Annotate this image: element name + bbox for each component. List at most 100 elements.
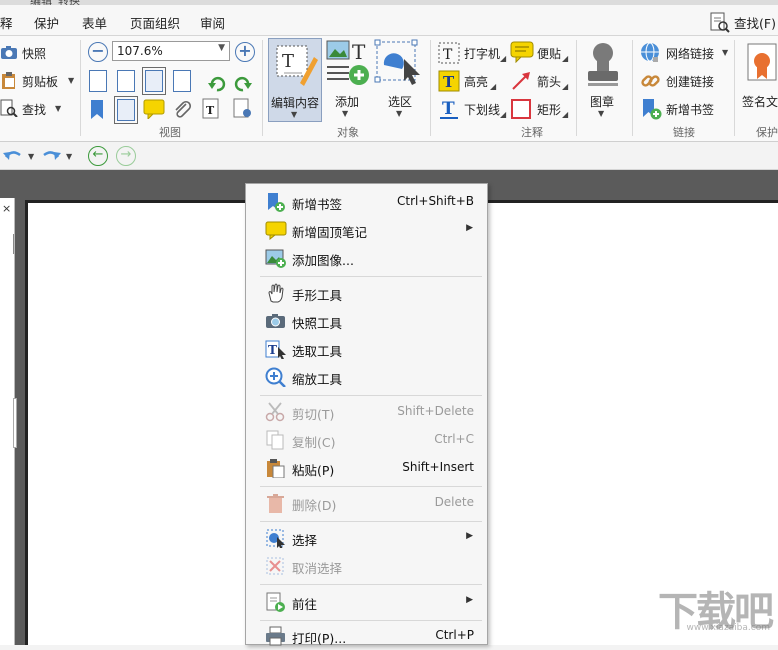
menu-item-select[interactable]: 选择 ▶ [246, 524, 487, 552]
zoom-in-button[interactable]: + [235, 42, 255, 62]
sticky-dropdown-icon[interactable]: ◢ [562, 54, 568, 63]
rectangle-button[interactable]: 矩形 [537, 101, 561, 118]
fit-width-icon[interactable] [142, 67, 166, 95]
menu-page-organize[interactable]: 页面组织 [130, 13, 180, 32]
clipboard-dropdown-icon[interactable]: ▼ [68, 76, 74, 85]
tab-edit[interactable]: 编辑 [30, 0, 52, 7]
rectangle-dropdown-icon[interactable]: ◢ [562, 110, 568, 119]
menu-form[interactable]: 表单 [82, 13, 107, 32]
highlight-button[interactable]: 高亮 [464, 73, 488, 90]
zoom-icon [265, 367, 286, 387]
group-separator [262, 40, 263, 136]
menu-item-print[interactable]: 打印(P)... Ctrl+P [246, 622, 487, 650]
undo-icon[interactable] [2, 147, 24, 165]
hand-icon [268, 283, 284, 303]
menu-item-zoom-tool[interactable]: 缩放工具 [246, 363, 487, 391]
forward-icon[interactable]: → [116, 146, 136, 166]
underline-dropdown-icon[interactable]: ◢ [500, 110, 506, 119]
back-icon[interactable]: ← [88, 146, 108, 166]
add-button-label[interactable]: 添加 [335, 93, 359, 110]
highlight-dropdown-icon[interactable]: ◢ [490, 82, 496, 91]
menu-separator [260, 276, 482, 277]
svg-text:T: T [352, 40, 366, 64]
fit-visible-icon[interactable] [173, 70, 191, 92]
clipboard-button[interactable]: 剪贴板 [22, 73, 58, 90]
context-menu: 新增书签 Ctrl+Shift+B 新增固顶笔记 ▶ 添加图像... 手形工具 … [245, 183, 488, 646]
clipboard-icon [2, 72, 15, 89]
sticky-note-button[interactable]: 便贴 [537, 45, 561, 62]
menu-item-label: 添加图像... [292, 253, 354, 268]
zoom-select[interactable]: 107.6% ▼ [112, 41, 230, 61]
select-area-label[interactable]: 选区 [388, 93, 412, 110]
signature-button[interactable]: 签名文 [742, 93, 778, 110]
menu-item-add-pinned-note[interactable]: 新增固顶笔记 ▶ [246, 216, 487, 244]
select-area-dropdown-icon[interactable]: ▼ [396, 109, 402, 118]
select-area-icon[interactable] [374, 39, 424, 89]
redo-dropdown-icon[interactable]: ▼ [66, 152, 72, 161]
signature-icon[interactable] [745, 41, 778, 89]
add-dropdown-icon[interactable]: ▼ [342, 109, 348, 118]
zoom-value: 107.6% [117, 44, 163, 58]
print-icon [266, 626, 285, 646]
underline-button[interactable]: 下划线 [464, 101, 500, 118]
redo-icon[interactable] [40, 147, 62, 165]
add-image-icon [265, 249, 286, 268]
menu-item-cut[interactable]: 剪切(T) Shift+Delete [246, 398, 487, 426]
panel-close-icon[interactable]: × [2, 202, 11, 215]
menu-protect[interactable]: 保护 [34, 13, 59, 32]
watermark-url: www.xiazaiba.com [686, 623, 770, 633]
arrow-button[interactable]: 箭头 [537, 73, 561, 90]
undo-dropdown-icon[interactable]: ▼ [28, 152, 34, 161]
menu-separator [260, 584, 482, 585]
rotate-left-icon[interactable] [207, 73, 227, 93]
menu-review[interactable]: 审阅 [200, 13, 225, 32]
arrow-dropdown-icon[interactable]: ◢ [562, 82, 568, 91]
typewriter-dropdown-icon[interactable]: ◢ [500, 54, 506, 63]
rotate-right-icon[interactable] [233, 73, 253, 93]
underline-icon: T [440, 99, 458, 119]
add-object-icon[interactable]: T [325, 39, 373, 89]
menu-item-select-tool[interactable]: T 选取工具 [246, 335, 487, 363]
comment-panel-icon[interactable] [143, 99, 165, 119]
text-page-icon[interactable]: T [200, 98, 222, 120]
menu-item-snapshot-tool[interactable]: 快照工具 [246, 307, 487, 335]
menu-item-deselect[interactable]: 取消选择 [246, 552, 487, 580]
pages-panel-icon[interactable] [114, 96, 138, 124]
edit-content-button[interactable]: T 编辑内容 ▼ [268, 38, 322, 122]
stamp-button[interactable]: 图章 [590, 93, 614, 110]
menu-item-goto[interactable]: 前往 ▶ [246, 588, 487, 616]
tab-convert[interactable]: 转换 [58, 0, 80, 7]
menu-item-add-bookmark[interactable]: 新增书签 Ctrl+Shift+B [246, 188, 487, 216]
stamp-dropdown-icon[interactable]: ▼ [598, 109, 604, 118]
zoom-out-button[interactable]: − [88, 42, 108, 62]
submenu-arrow-icon: ▶ [466, 531, 473, 541]
menu-item-label: 复制(C) [292, 435, 336, 450]
menu-item-hand-tool[interactable]: 手形工具 [246, 279, 487, 307]
page-settings-icon[interactable] [232, 98, 254, 120]
find-ribbon-button[interactable]: 查找 [22, 101, 46, 118]
web-link-dropdown-icon[interactable]: ▼ [722, 48, 728, 57]
find-dropdown-icon[interactable]: ▼ [55, 104, 61, 113]
typewriter-button[interactable]: 打字机 [464, 45, 500, 62]
create-link-button[interactable]: 创建链接 [666, 73, 714, 90]
menu-separator [260, 395, 482, 396]
fit-page-icon[interactable] [117, 70, 135, 92]
camera-icon [266, 314, 285, 328]
highlight-icon: T [438, 70, 460, 92]
attachment-icon[interactable] [172, 99, 192, 119]
actual-size-icon[interactable] [89, 70, 107, 92]
menu-item-delete[interactable]: 删除(D) Delete [246, 489, 487, 517]
menu-item-label: 选取工具 [292, 344, 343, 359]
menu-item-add-image[interactable]: 添加图像... [246, 244, 487, 272]
stamp-icon[interactable] [585, 41, 621, 89]
add-bookmark-button[interactable]: 新增书签 [666, 101, 714, 118]
add-bookmark-icon [643, 99, 662, 120]
menu-annotate[interactable]: 释 [0, 13, 13, 32]
web-link-button[interactable]: 网络链接 [666, 45, 714, 62]
snapshot-button[interactable]: 快照 [22, 45, 46, 62]
find-button[interactable]: 查找(F) [708, 11, 776, 33]
menu-item-copy[interactable]: 复制(C) Ctrl+C [246, 426, 487, 454]
panel-resize-handle[interactable] [13, 398, 17, 448]
menu-item-paste[interactable]: 粘贴(P) Shift+Insert [246, 454, 487, 482]
bookmark-icon[interactable] [89, 99, 105, 121]
